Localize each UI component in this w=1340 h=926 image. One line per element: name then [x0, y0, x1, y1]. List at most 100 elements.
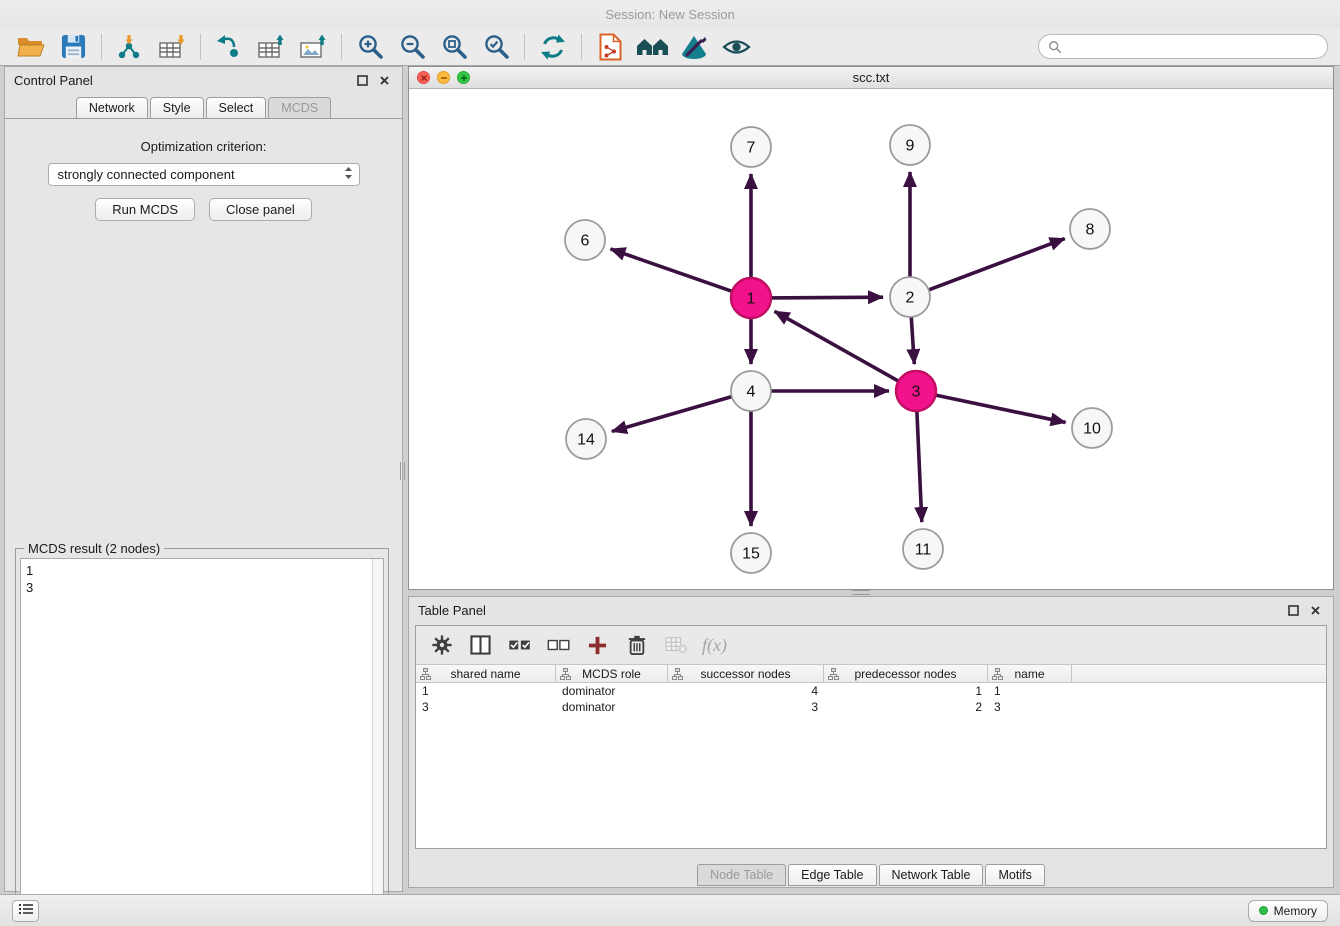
- select-all-checks-button[interactable]: [502, 629, 537, 661]
- tab-network[interactable]: Network: [76, 97, 148, 118]
- table-tabs: Node TableEdge TableNetwork TableMotifs: [409, 864, 1333, 886]
- tab-mcds[interactable]: MCDS: [268, 97, 331, 118]
- zoom-out-button[interactable]: [391, 30, 433, 64]
- mcds-result-list[interactable]: 13: [20, 558, 384, 919]
- close-panel-button[interactable]: Close panel: [209, 198, 312, 221]
- select-all-checks-icon: [508, 637, 532, 653]
- show-details-button[interactable]: [715, 30, 757, 64]
- close-window-icon[interactable]: [417, 71, 430, 84]
- horizontal-splitter-handle[interactable]: [852, 590, 870, 595]
- edge-2-8[interactable]: [925, 239, 1065, 292]
- column-header-shared-name[interactable]: shared name: [416, 665, 556, 682]
- style-icon: [680, 34, 708, 60]
- toolbar-separator: [200, 34, 201, 60]
- table-cell: dominator: [556, 684, 668, 698]
- tab-style[interactable]: Style: [150, 97, 204, 118]
- column-header-successor-nodes[interactable]: successor nodes: [668, 665, 824, 682]
- apply-layout-button[interactable]: [532, 30, 574, 64]
- close-table-panel-icon[interactable]: [1306, 601, 1324, 619]
- add-row-button[interactable]: [580, 629, 615, 661]
- column-header-predecessor-nodes[interactable]: predecessor nodes: [824, 665, 988, 682]
- float-table-panel-icon[interactable]: [1284, 601, 1302, 619]
- result-line: 1: [26, 562, 378, 579]
- show-columns-button[interactable]: [463, 629, 498, 661]
- table-cell: 3: [988, 700, 1072, 714]
- node-15[interactable]: 15: [731, 533, 771, 573]
- svg-text:8: 8: [1086, 222, 1095, 239]
- task-history-button[interactable]: [12, 900, 39, 922]
- column-tree-icon: [672, 668, 683, 683]
- tab-node-table[interactable]: Node Table: [697, 864, 786, 886]
- network-document-button[interactable]: [589, 30, 631, 64]
- edge-2-3[interactable]: [911, 313, 914, 364]
- status-bar: Memory: [0, 894, 1340, 926]
- window-title: Session: New Session: [605, 7, 734, 22]
- import-network-button[interactable]: [109, 30, 151, 64]
- network-overview-icon: [636, 35, 669, 59]
- zoom-fit-button[interactable]: [433, 30, 475, 64]
- add-row-icon: [587, 635, 608, 656]
- memory-button[interactable]: Memory: [1248, 900, 1328, 922]
- zoom-out-icon: [399, 33, 426, 60]
- node-3[interactable]: 3: [896, 371, 936, 411]
- export-table-button[interactable]: [250, 30, 292, 64]
- column-header-name[interactable]: name: [988, 665, 1072, 682]
- node-7[interactable]: 7: [731, 127, 771, 167]
- table-cell: 3: [668, 700, 824, 714]
- delete-row-button[interactable]: [619, 629, 654, 661]
- search-box[interactable]: [1038, 34, 1328, 59]
- node-8[interactable]: 8: [1070, 209, 1110, 249]
- style-button[interactable]: [673, 30, 715, 64]
- minimize-window-icon[interactable]: [437, 71, 450, 84]
- node-9[interactable]: 9: [890, 125, 930, 165]
- zoom-in-button[interactable]: [349, 30, 391, 64]
- export-image-button[interactable]: [292, 30, 334, 64]
- tab-edge-table[interactable]: Edge Table: [788, 864, 876, 886]
- table-row[interactable]: 3dominator323: [416, 699, 1326, 715]
- clear-all-checks-button[interactable]: [541, 629, 576, 661]
- node-6[interactable]: 6: [565, 220, 605, 260]
- table-row[interactable]: 1dominator411: [416, 683, 1326, 699]
- close-panel-icon[interactable]: [375, 71, 393, 89]
- node-10[interactable]: 10: [1072, 408, 1112, 448]
- edge-3-1[interactable]: [775, 311, 903, 383]
- import-network-icon: [115, 33, 145, 61]
- edge-1-2[interactable]: [767, 297, 883, 298]
- node-2[interactable]: 2: [890, 277, 930, 317]
- table-panel-title: Table Panel: [418, 603, 486, 618]
- export-network-button[interactable]: [208, 30, 250, 64]
- search-input[interactable]: [1068, 39, 1318, 54]
- zoom-selected-button[interactable]: [475, 30, 517, 64]
- node-14[interactable]: 14: [566, 419, 606, 459]
- column-header-label: shared name: [450, 667, 520, 681]
- settings-gear-button[interactable]: [424, 629, 459, 661]
- zoom-window-icon[interactable]: [457, 71, 470, 84]
- network-overview-button[interactable]: [631, 30, 673, 64]
- node-4[interactable]: 4: [731, 371, 771, 411]
- edge-3-11[interactable]: [917, 407, 922, 522]
- float-panel-icon[interactable]: [353, 71, 371, 89]
- edge-3-10[interactable]: [932, 394, 1066, 422]
- edge-1-6[interactable]: [610, 249, 735, 293]
- main-toolbar: [0, 28, 1340, 66]
- tab-motifs[interactable]: Motifs: [985, 864, 1044, 886]
- memory-label: Memory: [1274, 904, 1317, 918]
- column-header-label: name: [1014, 667, 1044, 681]
- tab-network-table[interactable]: Network Table: [879, 864, 984, 886]
- function-builder-icon: f(x): [702, 635, 727, 656]
- network-canvas[interactable]: 7 9 6 8 1 2 4 3 14 10 15 11: [409, 89, 1333, 589]
- node-1[interactable]: 1: [731, 278, 771, 318]
- tab-select[interactable]: Select: [206, 97, 267, 118]
- node-11[interactable]: 11: [903, 529, 943, 569]
- result-scrollbar[interactable]: [372, 559, 383, 918]
- edge-4-14[interactable]: [612, 395, 736, 431]
- optimization-criterion-select[interactable]: strongly connected component: [48, 163, 360, 186]
- toolbar-separator: [524, 34, 525, 60]
- save-session-button[interactable]: [52, 30, 94, 64]
- vertical-splitter-handle[interactable]: [400, 462, 405, 480]
- column-header-MCDS-role[interactable]: MCDS role: [556, 665, 668, 682]
- import-table-button[interactable]: [151, 30, 193, 64]
- open-session-button[interactable]: [10, 30, 52, 64]
- window-controls: [417, 71, 470, 84]
- run-mcds-button[interactable]: Run MCDS: [95, 198, 195, 221]
